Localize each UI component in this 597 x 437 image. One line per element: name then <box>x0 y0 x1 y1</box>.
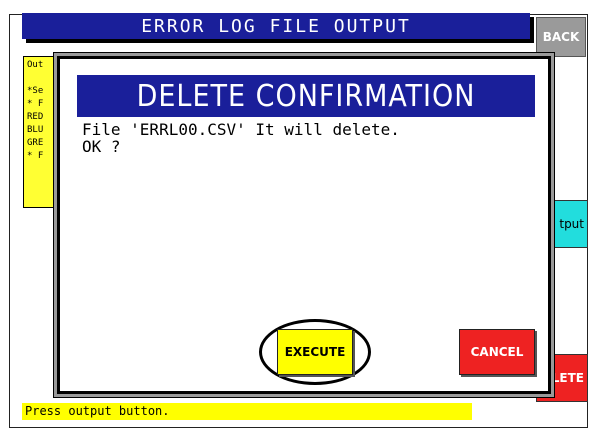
dialog-title: DELETE CONFIRMATION <box>77 75 535 117</box>
cancel-button[interactable]: CANCEL <box>459 329 535 375</box>
dialog-message: File 'ERRL00.CSV' It will delete. OK ? <box>82 120 400 156</box>
back-button[interactable]: BACK <box>536 17 586 57</box>
execute-button[interactable]: EXECUTE <box>277 329 353 375</box>
screen-title: ERROR LOG FILE OUTPUT <box>22 13 530 39</box>
status-bar: Press output button. <box>22 403 472 420</box>
delete-confirmation-dialog: DELETE CONFIRMATION File 'ERRL00.CSV' It… <box>57 56 551 394</box>
